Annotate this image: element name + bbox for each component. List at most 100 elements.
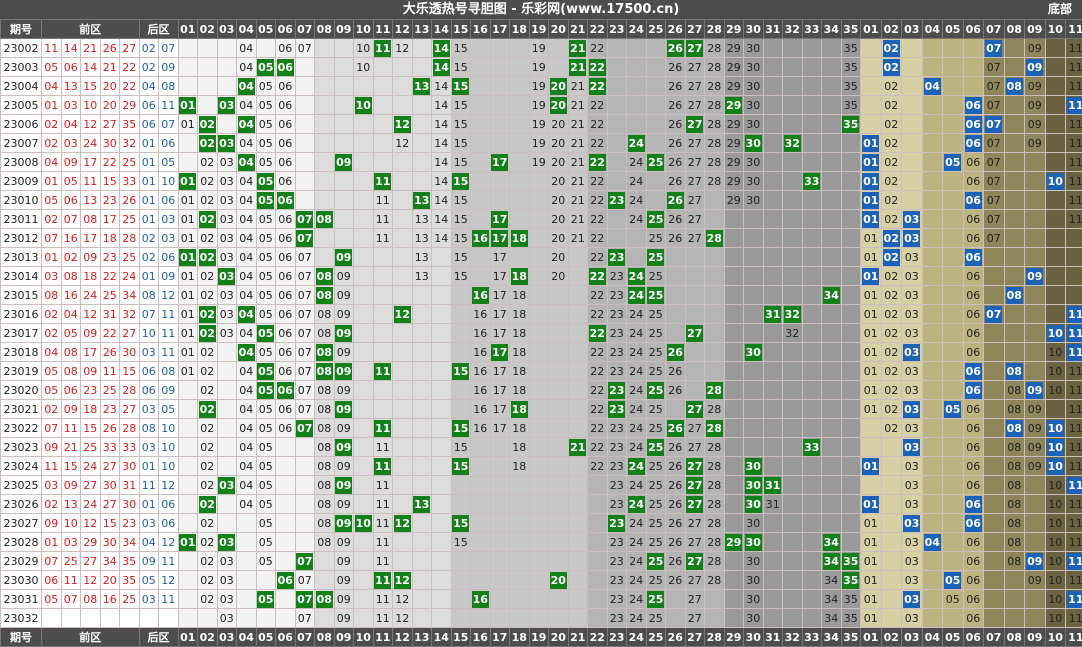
front-zone-cell [372, 304, 394, 324]
back-zone-cell: 11 [1065, 399, 1082, 419]
front-zone-cell [392, 209, 413, 229]
back-zone-cell: 11 [1065, 190, 1082, 210]
front-zone-cell [255, 570, 277, 590]
front-zone-cell: 03 [216, 209, 238, 229]
front-zone-cell [821, 247, 842, 267]
front-zone-cell: 06 [275, 38, 296, 58]
back-hit-cell: 03 [901, 209, 923, 229]
front-zone-cell: 05 [255, 285, 277, 305]
front-hit-cell: 06 [275, 57, 296, 77]
front-zone-cell [275, 608, 296, 628]
front-zone-cell [821, 342, 842, 362]
front-zone-cell: 07 [294, 380, 316, 400]
issue-number: 23003 [0, 57, 42, 77]
front-zone-cell: 03 [216, 570, 238, 590]
front-hit-number: 08 [315, 590, 333, 608]
front-zone-cell [528, 494, 550, 514]
front-zone-cell [782, 475, 803, 495]
front-zone-cell: 16 [470, 304, 491, 324]
back-hit-cell: 11 [1065, 475, 1082, 495]
front-zone-cell [489, 76, 511, 96]
front-zone-cell [372, 57, 394, 77]
front-zone-cell: 25 [645, 323, 667, 343]
front-zone-cell: 14 [431, 228, 452, 248]
front-zone-cell [567, 247, 589, 267]
front-zone-cell: 16 [470, 342, 491, 362]
back-zone-cell [983, 285, 1005, 305]
issue-number: 23014 [0, 266, 42, 286]
front-zone-cell: 24 [626, 304, 647, 324]
scroll-to-bottom-link[interactable]: 底部 [1048, 0, 1072, 19]
draw-row: 23004 04 13 15 20 22 04 08 04 05 06 13 14 15 19 20 21 22 2… [0, 76, 1082, 96]
back-zone-cell [1044, 304, 1067, 324]
back-zone-cell [901, 38, 923, 58]
front-draw-number: 02 [41, 399, 62, 419]
back-hit-cell: 03 [901, 513, 923, 533]
back-hit-number: 07 [985, 305, 1003, 323]
front-draw-number: 25 [80, 437, 101, 457]
back-zone-cell: 07 [983, 190, 1005, 210]
back-zone-cell: 10 [1044, 342, 1067, 362]
front-zone-cell [470, 437, 491, 457]
back-zone-cell [942, 475, 964, 495]
front-hit-number: 01 [179, 96, 197, 114]
front-zone-cell [294, 532, 316, 552]
back-zone-cell [1003, 589, 1026, 609]
front-zone-cell [684, 361, 706, 381]
back-hit-number: 05 [944, 571, 962, 589]
front-zone-cell [645, 38, 667, 58]
front-zone-cell [470, 513, 491, 533]
front-zone-cell [840, 437, 862, 457]
front-zone-cell: 09 [333, 304, 355, 324]
front-hit-cell: 11 [372, 570, 394, 590]
back-zone-cell: 06 [962, 456, 985, 476]
front-hit-number: 03 [218, 533, 236, 551]
front-zone-cell [216, 494, 238, 514]
front-zone-cell: 23 [606, 456, 628, 476]
front-zone-cell: 23 [606, 589, 628, 609]
back-zone-cell [901, 133, 923, 153]
front-hit-cell: 09 [333, 513, 355, 533]
front-hit-number: 33 [803, 172, 821, 190]
back-draw-number: 04 [138, 76, 160, 96]
front-zone-cell [821, 209, 842, 229]
front-zone-cell: 02 [197, 456, 218, 476]
front-zone-cell: 20 [548, 152, 569, 172]
front-zone-cell [450, 342, 472, 362]
back-zone-cell [942, 418, 964, 438]
front-zone-cell [236, 570, 257, 590]
back-hit-number: 01 [862, 495, 880, 513]
front-area-header: 前区 [41, 19, 140, 39]
back-zone-cell [1044, 266, 1067, 286]
front-draw-number [80, 608, 101, 628]
back-col-header: 08 [1003, 19, 1026, 39]
front-zone-cell [762, 38, 784, 58]
back-zone-cell: 09 [1024, 570, 1046, 590]
front-zone-cell [782, 38, 803, 58]
front-hit-cell: 04 [236, 76, 257, 96]
back-zone-cell: 07 [983, 76, 1005, 96]
front-zone-cell [782, 608, 803, 628]
front-hit-number: 01 [179, 533, 197, 551]
back-hit-cell: 10 [1044, 456, 1067, 476]
front-col-header: 20 [548, 627, 569, 647]
front-zone-cell [275, 589, 296, 609]
back-zone-cell: 06 [962, 323, 985, 343]
front-zone-cell: 21 [567, 114, 589, 134]
front-draw-number: 25 [119, 247, 140, 267]
front-zone-cell [431, 456, 452, 476]
front-zone-cell [431, 361, 452, 381]
front-hit-number: 11 [374, 172, 392, 190]
front-draw-number: 06 [60, 57, 81, 77]
front-zone-cell [509, 570, 530, 590]
front-draw-number: 08 [80, 589, 101, 609]
back-zone-cell [1003, 342, 1026, 362]
front-zone-cell [665, 399, 686, 419]
front-hit-number: 27 [686, 457, 704, 475]
back-area-header: 后区 [138, 627, 179, 647]
front-zone-cell [548, 380, 569, 400]
front-hit-cell: 25 [645, 380, 667, 400]
front-draw-number: 28 [119, 380, 140, 400]
front-zone-cell [567, 266, 589, 286]
back-hit-number: 02 [882, 229, 900, 247]
